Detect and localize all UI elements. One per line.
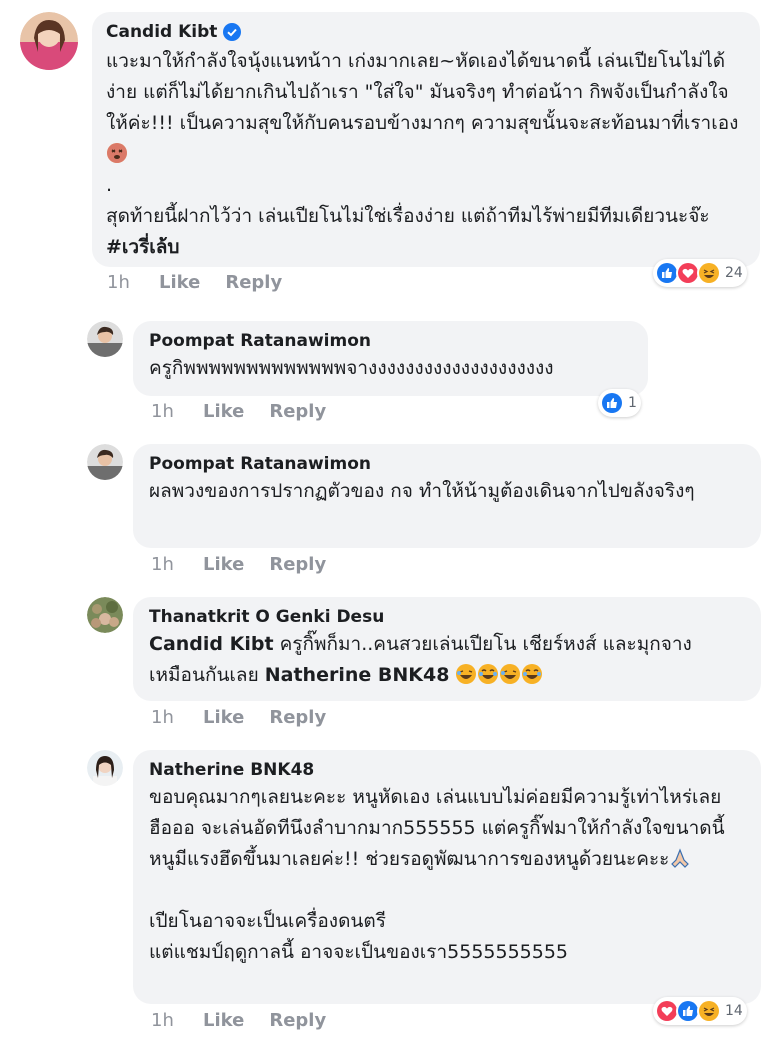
- comment-author-line: Candid Kibt: [106, 22, 746, 42]
- avatar-candid-kibt[interactable]: [20, 12, 78, 70]
- reply-button[interactable]: Reply: [225, 272, 282, 293]
- comment-text-closing: สุดท้ายนี้ฝากไว้ว่า เล่นเปียโนไม่ใช่เรื่…: [106, 201, 746, 263]
- comment-author[interactable]: Thanatkrit O Genki Desu: [149, 607, 384, 627]
- reaction-count: 1: [628, 395, 637, 411]
- emoji-folded-hands-icon: [669, 847, 691, 869]
- comment-text-body: แวะมาให้กำลังใจนุ้งแนทน้าา เก่งมากเลย~หั…: [106, 50, 739, 134]
- comment-bubble: Poompat Ratanawimon ผลพวงของการปรากฏตัวข…: [133, 444, 761, 548]
- comment-text: ครูกิพพพพพพพพพพพพพจางงงงงงงงงงงงงงงงงงงง: [149, 357, 554, 379]
- hashtag-link[interactable]: #เวรี่เล้บ: [106, 236, 180, 258]
- comment-timestamp[interactable]: 1h: [107, 272, 159, 293]
- comment-timestamp[interactable]: 1h: [151, 1010, 203, 1031]
- emoji-tears-of-joy-icon: [521, 663, 543, 685]
- like-button[interactable]: Like: [203, 401, 244, 422]
- like-button[interactable]: Like: [203, 554, 244, 575]
- comment-author[interactable]: Poompat Ratanawimon: [149, 331, 371, 351]
- comment-bubble: Thanatkrit O Genki Desu Candid Kibt ครูก…: [133, 597, 761, 701]
- mention-link[interactable]: Candid Kibt: [149, 633, 274, 655]
- avatar-thanatkrit-o-genki-desu[interactable]: [87, 597, 123, 633]
- comment-actions: 1h Like Reply: [151, 707, 326, 728]
- reaction-summary[interactable]: 1: [598, 389, 641, 417]
- comment-author[interactable]: Poompat Ratanawimon: [149, 454, 371, 474]
- comment-bubble: Poompat Ratanawimon ครูกิพพพพพพพพพพพพพจา…: [133, 321, 648, 396]
- mention-link[interactable]: Natherine BNK48: [265, 664, 450, 686]
- comment-actions: 1h Like Reply: [151, 1010, 326, 1031]
- like-button[interactable]: Like: [203, 707, 244, 728]
- comment-author-line: Poompat Ratanawimon: [149, 454, 745, 474]
- comment-text-dot: .: [106, 174, 113, 196]
- comment-text: ผลพวงของการปรากฏตัวของ กจ ทำให้น้ามูต้อง…: [149, 480, 695, 502]
- verified-badge-icon: [223, 23, 242, 41]
- avatar-natherine-bnk48[interactable]: [87, 750, 123, 786]
- like-button[interactable]: Like: [203, 1010, 244, 1031]
- comment-timestamp[interactable]: 1h: [151, 554, 203, 575]
- emoji-tears-of-joy-icon: [477, 663, 499, 685]
- comment-author[interactable]: Natherine BNK48: [149, 760, 314, 780]
- comment-text: แวะมาให้กำลังใจนุ้งแนทน้าา เก่งมากเลย~หั…: [106, 46, 746, 170]
- comment-text-spacer: ​: [149, 875, 745, 906]
- comment-author-line: Thanatkrit O Genki Desu: [149, 607, 745, 627]
- avatar-poompat-ratanawimon[interactable]: [87, 444, 123, 480]
- reply-button[interactable]: Reply: [269, 401, 326, 422]
- comment-text-line: เปียโนอาจจะเป็นเครื่องดนตรี: [149, 910, 386, 932]
- avatar-poompat-ratanawimon[interactable]: [87, 321, 123, 357]
- comment-author[interactable]: Candid Kibt: [106, 22, 217, 42]
- reaction-count: 24: [725, 265, 743, 281]
- haha-reaction-icon: [697, 261, 721, 285]
- reply-button[interactable]: Reply: [269, 554, 326, 575]
- comment-text-line: แต่แชมป์ฤดูกาลนี้ อาจจะเป็นของเรา5555555…: [149, 941, 569, 963]
- comment-text-body: ขอบคุณมากๆเลยนะคะะ หนูหัดเอง เล่นแบบไม่ค…: [149, 786, 725, 870]
- reaction-count: 14: [725, 1003, 743, 1019]
- reply-button[interactable]: Reply: [269, 707, 326, 728]
- comment-actions: 1h Like Reply: [151, 554, 326, 575]
- comment-bubble: Natherine BNK48 ขอบคุณมากๆเลยนะคะะ หนูหั…: [133, 750, 761, 1004]
- comment-actions: 1h Like Reply: [107, 272, 282, 293]
- comment-text: ขอบคุณมากๆเลยนะคะะ หนูหัดเอง เล่นแบบไม่ค…: [149, 782, 745, 875]
- comment-timestamp[interactable]: 1h: [151, 707, 203, 728]
- comment-timestamp[interactable]: 1h: [151, 401, 203, 422]
- reaction-summary[interactable]: 14: [653, 997, 747, 1025]
- comment-bubble: Candid Kibt แวะมาให้กำลังใจนุ้งแนทน้าา เ…: [92, 12, 760, 267]
- comment-actions: 1h Like Reply: [151, 401, 326, 422]
- comment-author-line: Poompat Ratanawimon: [149, 331, 632, 351]
- like-reaction-icon: [600, 391, 624, 415]
- reaction-summary[interactable]: 24: [653, 259, 747, 287]
- comment-text-last: สุดท้ายนี้ฝากไว้ว่า เล่นเปียโนไม่ใช่เรื่…: [106, 205, 710, 227]
- comment-text: Candid Kibt ครูกิ๊พก็มา..คนสวยเล่นเปียโน…: [149, 629, 745, 691]
- emoji-rolling-laughing-icon: [499, 663, 521, 685]
- haha-reaction-icon: [697, 999, 721, 1023]
- like-button[interactable]: Like: [159, 272, 200, 293]
- reply-button[interactable]: Reply: [269, 1010, 326, 1031]
- emoji-dizzy-face-icon: [106, 142, 128, 164]
- comment-author-line: Natherine BNK48: [149, 760, 745, 780]
- emoji-rolling-laughing-icon: [455, 663, 477, 685]
